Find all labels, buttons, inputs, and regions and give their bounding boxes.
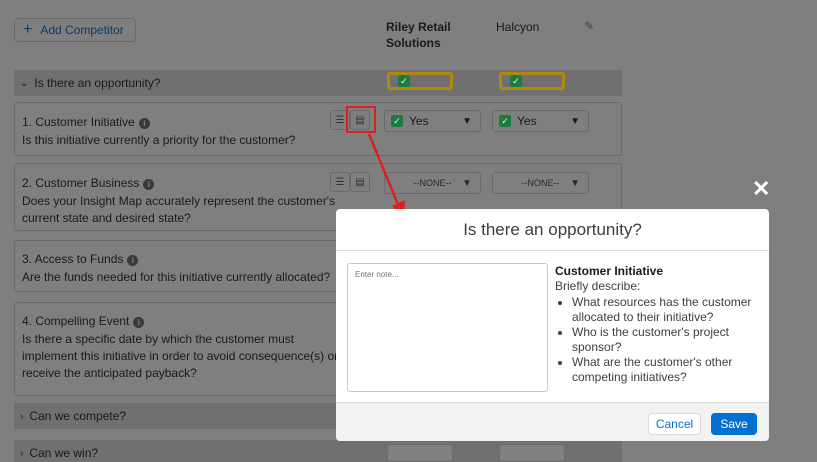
page-root: + Add Competitor Riley Retail Solutions …	[0, 0, 817, 462]
modal-title: Is there an opportunity?	[336, 209, 769, 251]
cancel-button[interactable]: Cancel	[648, 413, 701, 435]
guidance-intro: Briefly describe:	[555, 279, 641, 293]
note-textarea[interactable]	[347, 263, 548, 392]
guidance-bullet: Who is the customer's project sponsor?	[572, 325, 760, 355]
guidance-bullet: What resources has the customer allocate…	[572, 295, 760, 325]
guidance-panel: Customer Initiative Briefly describe: Wh…	[555, 264, 760, 385]
guidance-bullet: What are the customer's other competing …	[572, 355, 760, 385]
annotation-arrow-line	[367, 133, 401, 208]
guidance-list: What resources has the customer allocate…	[555, 295, 760, 385]
save-button[interactable]: Save	[711, 413, 757, 435]
modal-footer: Cancel Save	[336, 402, 769, 441]
close-icon[interactable]: ✕	[752, 176, 770, 202]
note-modal: Is there an opportunity? Customer Initia…	[336, 209, 769, 441]
guidance-title: Customer Initiative	[555, 264, 664, 278]
